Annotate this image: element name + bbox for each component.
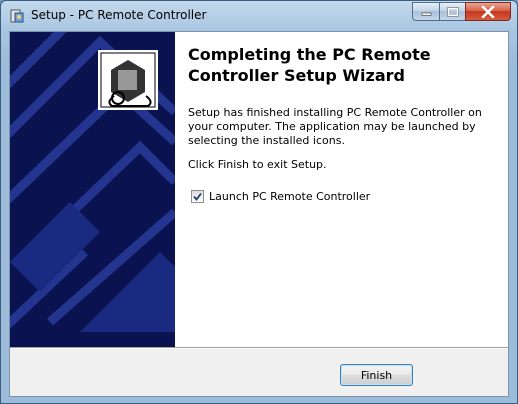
finish-button[interactable]: Finish (340, 364, 413, 386)
completion-message: Setup has finished installing PC Remote … (188, 106, 482, 147)
title-bar[interactable]: Setup - PC Remote Controller (1, 1, 517, 31)
minimize-button[interactable] (412, 2, 439, 21)
caption-buttons (412, 2, 511, 21)
checkmark-icon (193, 192, 202, 201)
wizard-content-panel: Completing the PC Remote Controller Setu… (175, 32, 508, 347)
close-button[interactable] (465, 2, 511, 21)
setup-window: Setup - PC Remote Controller Completing … (0, 0, 518, 404)
wizard-banner-graphic (10, 32, 175, 347)
setup-app-icon (10, 9, 24, 23)
maximize-button[interactable] (439, 2, 465, 21)
close-icon (481, 5, 495, 18)
window-title: Setup - PC Remote Controller (31, 8, 207, 22)
wizard-heading: Completing the PC Remote Controller Setu… (188, 45, 431, 85)
wizard-client-area: Completing the PC Remote Controller Setu… (9, 31, 509, 397)
launch-option[interactable]: Launch PC Remote Controller (191, 190, 370, 203)
finish-instruction: Click Finish to exit Setup. (188, 158, 327, 171)
minimize-icon (421, 12, 431, 16)
maximize-icon (446, 6, 459, 17)
wizard-side-banner (10, 32, 175, 347)
launch-checkbox[interactable] (191, 190, 204, 203)
footer-separator-highlight (10, 348, 508, 349)
launch-checkbox-label[interactable]: Launch PC Remote Controller (209, 190, 370, 203)
